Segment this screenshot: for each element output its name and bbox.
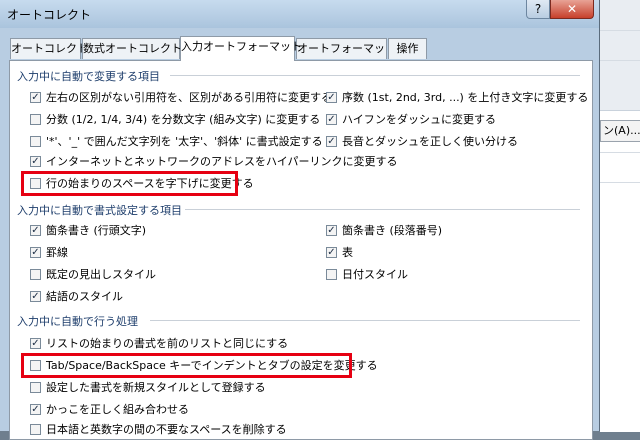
tab-math-autocorrect[interactable]: 数式オートコレクト	[82, 38, 182, 59]
option-bold-italic[interactable]: ✓'*'、'_' で囲んだ文字列を '太字'、'斜体' に書式設定する	[30, 134, 323, 150]
option-hyperlinks[interactable]: ✓ インターネットとネットワークのアドレスをハイパーリンクに変更する	[30, 154, 398, 170]
checkbox[interactable]: ✓	[326, 246, 337, 258]
close-icon: ✕	[566, 2, 578, 16]
checkbox[interactable]: ✓	[30, 224, 41, 236]
window-title: オートコレクト	[7, 8, 92, 22]
option-heading-styles[interactable]: ✓既定の見出しスタイル	[30, 267, 156, 283]
checkbox[interactable]: ✓	[30, 381, 41, 393]
tab-autoformat-as-you-type[interactable]: 入力オートフォーマット	[180, 36, 302, 61]
option-match-parentheses[interactable]: ✓ かっこを正しく組み合わせる	[30, 402, 189, 418]
checkbox[interactable]: ✓	[30, 337, 41, 349]
checkbox[interactable]: ✓	[30, 423, 41, 435]
background-app-window: ン(A)...	[600, 0, 640, 432]
option-tables[interactable]: ✓ 表	[326, 245, 353, 261]
divider	[600, 30, 640, 31]
option-borders[interactable]: ✓ 罫線	[30, 245, 68, 261]
highlight-box	[21, 353, 352, 378]
title-bar[interactable]: オートコレクト ? ✕	[0, 0, 599, 28]
option-numbered-list[interactable]: ✓ 箇条書き (段落番号)	[326, 223, 442, 239]
tab-actions[interactable]: 操作	[388, 38, 427, 59]
checkbox[interactable]: ✓	[30, 155, 41, 167]
section-title-format: 入力中に自動で書式設定する項目	[17, 204, 182, 217]
section-divider	[170, 75, 580, 76]
background-button[interactable]: ン(A)...	[600, 120, 640, 142]
checkbox[interactable]: ✓	[326, 224, 337, 236]
option-new-style[interactable]: ✓設定した書式を新規スタイルとして登録する	[30, 380, 266, 396]
background-panel	[600, 110, 640, 432]
option-ordinals[interactable]: ✓ 序数 (1st, 2nd, 3rd, ...) を上付き文字に変更する	[326, 90, 588, 106]
autocorrect-dialog: オートコレクト ? ✕ オートコレクト 数式オートコレクト 入力オートフォーマッ…	[0, 0, 600, 440]
checkbox[interactable]: ✓	[326, 135, 337, 147]
checkbox[interactable]: ✓	[30, 268, 41, 280]
option-hyphens-dash[interactable]: ✓ ハイフンをダッシュに変更する	[326, 112, 496, 128]
section-title-replace: 入力中に自動で変更する項目	[17, 70, 160, 83]
option-date-style[interactable]: ✓日付スタイル	[326, 267, 408, 283]
checkbox[interactable]: ✓	[30, 113, 41, 125]
section-divider	[185, 209, 580, 210]
close-button[interactable]: ✕	[550, 0, 594, 19]
help-button[interactable]: ?	[526, 0, 550, 19]
tab-autocorrect[interactable]: オートコレクト	[10, 38, 88, 59]
checkbox[interactable]: ✓	[326, 113, 337, 125]
section-divider	[150, 320, 580, 321]
checkbox[interactable]: ✓	[30, 135, 41, 147]
divider	[600, 182, 640, 183]
section-title-process: 入力中に自動で行う処理	[17, 315, 138, 328]
option-long-vowel-dash[interactable]: ✓ 長音とダッシュを正しく使い分ける	[326, 134, 518, 150]
tab-autoformat[interactable]: オートフォーマット	[296, 38, 396, 59]
checkbox[interactable]: ✓	[326, 91, 337, 103]
option-fractions[interactable]: ✓分数 (1/2, 1/4, 3/4) を分数文字 (組み文字) に変更する	[30, 112, 320, 128]
option-bulleted-list[interactable]: ✓ 箇条書き (行頭文字)	[30, 223, 146, 239]
option-closing-style[interactable]: ✓ 結語のスタイル	[30, 289, 123, 305]
option-list-format-same[interactable]: ✓ リストの始まりの書式を前のリストと同じにする	[30, 336, 288, 352]
divider	[600, 152, 640, 153]
checkbox[interactable]: ✓	[30, 91, 41, 103]
divider	[600, 60, 640, 61]
option-remove-space[interactable]: ✓日本語と英数字の間の不要なスペースを削除する	[30, 422, 287, 438]
checkbox[interactable]: ✓	[326, 268, 337, 280]
option-smart-quotes[interactable]: ✓ 左右の区別がない引用符を、区別がある引用符に変更する	[30, 90, 332, 106]
checkbox[interactable]: ✓	[30, 246, 41, 258]
checkbox[interactable]: ✓	[30, 290, 41, 302]
checkbox[interactable]: ✓	[30, 403, 41, 415]
highlight-box	[21, 171, 238, 196]
help-icon: ?	[534, 2, 542, 16]
